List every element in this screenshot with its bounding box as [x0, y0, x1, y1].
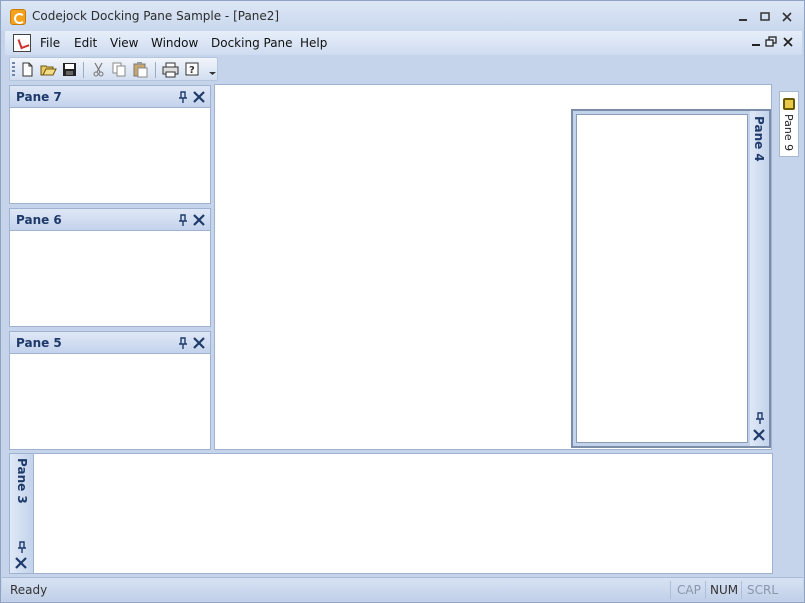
close-icon — [753, 429, 765, 441]
pin-icon — [18, 541, 26, 553]
mdi-restore-button[interactable] — [765, 35, 777, 52]
standard-toolbar: ? — [9, 57, 218, 81]
paste-icon — [133, 62, 148, 78]
pane-4-close-button[interactable] — [752, 426, 766, 445]
pane-7-content[interactable] — [10, 108, 210, 203]
pane-4-title: Pane 4 — [752, 116, 766, 162]
help-icon: ? — [185, 62, 199, 76]
menu-help[interactable]: Help — [300, 36, 327, 50]
pane-3-title: Pane 3 — [15, 458, 29, 504]
toolbar-options-dropdown[interactable] — [209, 68, 216, 76]
pane-7-pin-button[interactable] — [178, 90, 188, 104]
pane-6-close-button[interactable] — [192, 211, 206, 227]
menu-view[interactable]: View — [110, 36, 138, 50]
app-icon — [10, 9, 26, 25]
close-icon — [193, 214, 205, 226]
minimize-icon — [739, 19, 747, 21]
status-indicator-scrl: SCRL — [747, 583, 779, 597]
pane-6-content[interactable] — [10, 231, 210, 326]
status-separator — [670, 581, 671, 599]
cut-button[interactable] — [90, 61, 107, 78]
close-icon — [783, 37, 793, 47]
autohide-tab-pane-9[interactable]: Pane 9 — [779, 91, 799, 157]
close-icon — [782, 12, 792, 22]
pane-4-content[interactable] — [576, 114, 748, 443]
menu-docking-pane[interactable]: Docking Pane — [211, 36, 293, 50]
document-menu-icon[interactable] — [13, 34, 31, 52]
status-separator — [741, 581, 742, 599]
pin-icon — [179, 214, 187, 226]
pane-9-tab-icon — [783, 98, 795, 110]
menu-edit[interactable]: Edit — [74, 36, 97, 50]
pane-7-title: Pane 7 — [16, 90, 62, 104]
open-button[interactable] — [40, 61, 57, 78]
title-bar[interactable]: Codejock Docking Pane Sample - [Pane2] — [1, 1, 804, 31]
window-title: Codejock Docking Pane Sample - [Pane2] — [32, 9, 280, 23]
new-button[interactable] — [19, 61, 36, 78]
pane-5-pin-button[interactable] — [178, 336, 188, 350]
status-indicator-num: NUM — [710, 583, 739, 597]
pane-7: Pane 7 — [9, 85, 211, 204]
status-bar: Ready CAP NUM SCRL — [2, 577, 803, 601]
pane-7-close-button[interactable] — [192, 88, 206, 104]
pane-5-close-button[interactable] — [192, 334, 206, 350]
chevron-down-icon — [209, 72, 216, 75]
pin-icon — [179, 91, 187, 103]
application-window: Codejock Docking Pane Sample - [Pane2] F… — [0, 0, 805, 603]
pane-3-caption[interactable]: Pane 3 — [10, 454, 34, 573]
pane-4-caption[interactable]: Pane 4 — [750, 111, 769, 446]
status-indicator-cap: CAP — [677, 583, 701, 597]
pane-5-content[interactable] — [10, 354, 210, 449]
close-icon — [15, 557, 27, 569]
maximize-button[interactable] — [758, 10, 772, 24]
pin-icon — [756, 412, 764, 424]
close-button[interactable] — [780, 10, 794, 24]
menu-bar: File Edit View Window Docking Pane Help — [5, 31, 802, 55]
toolbar-separator — [155, 62, 156, 78]
pane-4: Pane 4 — [571, 109, 771, 448]
pane-6-title: Pane 6 — [16, 213, 62, 227]
pane-5-caption[interactable]: Pane 5 — [10, 332, 210, 354]
svg-text:?: ? — [189, 65, 195, 76]
status-text: Ready — [10, 583, 48, 597]
print-button[interactable] — [162, 61, 179, 78]
menu-window[interactable]: Window — [151, 36, 198, 50]
mdi-minimize-button[interactable] — [750, 35, 762, 52]
close-icon — [193, 337, 205, 349]
pane-9-tab-label: Pane 9 — [782, 114, 795, 152]
paste-button[interactable] — [132, 61, 149, 78]
status-separator — [705, 581, 706, 599]
pane-6-pin-button[interactable] — [178, 213, 188, 227]
save-button[interactable] — [61, 61, 78, 78]
maximize-icon — [760, 12, 770, 21]
mdi-close-button[interactable] — [782, 35, 794, 52]
restore-icon — [765, 36, 777, 47]
copy-icon — [112, 62, 126, 77]
help-button[interactable]: ? — [184, 61, 201, 78]
pin-icon — [179, 337, 187, 349]
toolbar-grip[interactable] — [12, 62, 15, 77]
pane-6: Pane 6 — [9, 208, 211, 327]
cut-icon — [93, 62, 104, 77]
minimize-icon — [752, 44, 760, 46]
pane-6-caption[interactable]: Pane 6 — [10, 209, 210, 231]
pane-5-title: Pane 5 — [16, 336, 62, 350]
new-icon — [22, 62, 33, 77]
close-icon — [193, 91, 205, 103]
minimize-button[interactable] — [736, 10, 750, 24]
toolbar-separator — [83, 62, 84, 78]
pane-7-caption[interactable]: Pane 7 — [10, 86, 210, 108]
pane-5: Pane 5 — [9, 331, 211, 450]
save-icon — [63, 63, 76, 76]
print-icon — [162, 62, 179, 78]
pane-3-close-button[interactable] — [14, 554, 28, 573]
open-icon — [40, 65, 57, 76]
copy-button[interactable] — [111, 61, 128, 78]
pane-3-content[interactable] — [35, 455, 771, 572]
menu-file[interactable]: File — [40, 36, 60, 50]
pane-3: Pane 3 — [9, 453, 773, 574]
